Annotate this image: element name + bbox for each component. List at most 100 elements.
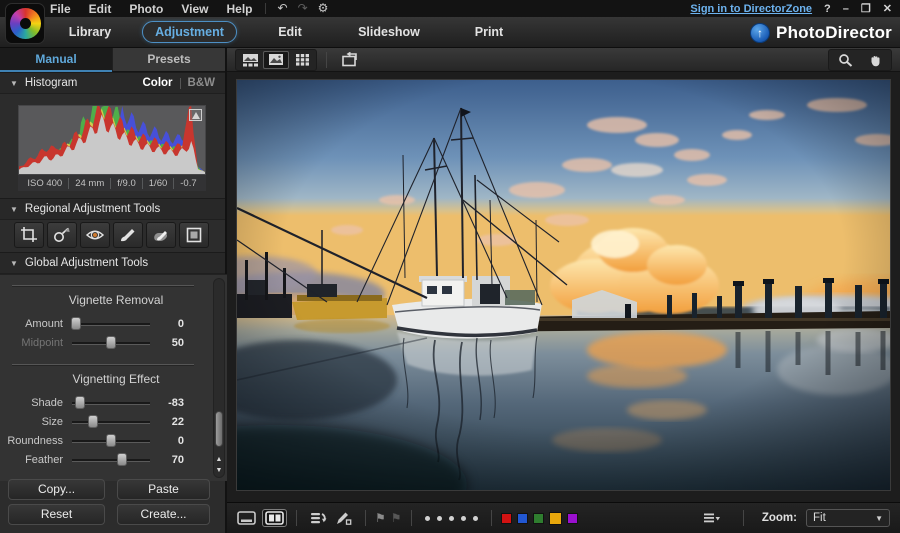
panel-tabs: Manual Presets [0, 48, 225, 72]
minimize-button[interactable]: – [843, 3, 849, 15]
slider-value: 50 [171, 336, 184, 349]
menu-photo[interactable]: Photo [129, 2, 163, 16]
adjustment-brush-tool-button[interactable] [113, 222, 143, 248]
rotate-photo-button[interactable] [336, 50, 364, 69]
rating-dot[interactable] [460, 515, 466, 521]
scrollbar[interactable]: ▲ ▼ [213, 278, 225, 478]
scroll-up-icon[interactable]: ▲ [214, 456, 224, 463]
undo-icon[interactable]: ↶ [278, 0, 288, 17]
slider-value: 0 [177, 434, 184, 447]
copy-button[interactable]: Copy... [8, 479, 105, 500]
histogram-color-option[interactable]: Color [143, 77, 173, 89]
rating-dot[interactable] [436, 515, 442, 521]
flag-icon[interactable]: ⚑ [375, 511, 386, 525]
slider-thumb[interactable] [70, 317, 81, 330]
slider-thumb[interactable] [106, 434, 116, 447]
tab-library[interactable]: Library [40, 17, 140, 47]
slider-thumb[interactable] [74, 396, 85, 409]
close-button[interactable]: ✕ [883, 2, 892, 15]
slider-thumb[interactable] [116, 453, 127, 466]
single-view-button[interactable] [234, 509, 259, 527]
roundness-slider[interactable] [72, 434, 150, 447]
chevron-down-icon: ▼ [875, 513, 883, 523]
menu-view[interactable]: View [181, 2, 208, 16]
tab-slideshow[interactable]: Slideshow [339, 17, 439, 47]
viewer-browser-mode-button[interactable] [237, 51, 263, 69]
color-label-blue[interactable] [516, 512, 528, 524]
flag-controls: ⚑ ⚑ [375, 511, 402, 525]
rating-dot[interactable] [448, 515, 454, 521]
list-dropdown-icon [704, 513, 721, 523]
panel-buttons: Copy... Paste Reset Create... [0, 479, 227, 525]
scroll-down-icon[interactable]: ▼ [214, 467, 224, 474]
shade-slider[interactable] [72, 396, 150, 409]
regional-tools-title: Regional Adjustment Tools [24, 203, 161, 215]
statusbar-separator [490, 510, 492, 526]
slider-row-size: Size 22 [0, 412, 206, 431]
histogram-section-header[interactable]: ▼ Histogram Color B&W [0, 72, 225, 94]
global-tools-header[interactable]: ▼ Global Adjustment Tools [0, 252, 225, 274]
paste-button[interactable]: Paste [117, 479, 210, 500]
slider-value: 22 [171, 415, 184, 428]
slider-thumb[interactable] [106, 336, 116, 349]
brand: ↑ PhotoDirector [750, 17, 892, 48]
gradient-mask-tool-button[interactable] [179, 222, 209, 248]
color-label-red[interactable] [500, 512, 512, 524]
photodirector-logo-icon: ↑ [750, 22, 771, 43]
color-label-purple[interactable] [566, 512, 578, 524]
scrollbar-thumb[interactable] [215, 411, 223, 447]
menu-help[interactable]: Help [226, 2, 252, 16]
star-rating[interactable] [424, 515, 478, 521]
amount-slider[interactable] [70, 317, 150, 330]
histogram-svg [19, 106, 205, 174]
reset-button[interactable]: Reset [8, 504, 105, 525]
clipping-warning-icon[interactable] [189, 109, 202, 121]
color-label-yellow[interactable] [548, 511, 562, 525]
menu-file[interactable]: File [50, 2, 71, 16]
midpoint-slider[interactable] [72, 336, 150, 349]
spot-removal-tool-button[interactable] [47, 222, 77, 248]
rating-dot[interactable] [424, 515, 430, 521]
crop-tool-button[interactable] [14, 222, 44, 248]
signin-directorzone-link[interactable]: Sign in to DirectorZone [690, 3, 812, 15]
rating-dot[interactable] [472, 515, 478, 521]
edit-external-button[interactable] [331, 509, 356, 527]
feather-slider[interactable] [72, 453, 150, 466]
apply-to-stack-button[interactable] [306, 509, 331, 527]
tab-adjustment[interactable]: Adjustment [142, 21, 237, 43]
restore-button[interactable]: ❐ [861, 2, 871, 15]
adjustment-selection-tool-button[interactable] [146, 222, 176, 248]
navigation-list-button[interactable] [700, 509, 725, 527]
selection-brush-icon [154, 231, 168, 242]
redo-icon[interactable]: ↷ [298, 0, 308, 17]
color-label-green[interactable] [532, 512, 544, 524]
tab-print[interactable]: Print [439, 17, 539, 47]
settings-gear-icon[interactable]: ⚙ [318, 0, 329, 17]
zoom-tool-button[interactable] [830, 51, 860, 69]
histogram-bw-option[interactable]: B&W [188, 77, 215, 89]
menu-edit[interactable]: Edit [89, 2, 112, 16]
tab-manual[interactable]: Manual [0, 48, 112, 72]
vignette-removal-title: Vignette Removal [68, 293, 164, 307]
statusbar-separator [410, 510, 412, 526]
slider-label: Midpoint [21, 336, 63, 349]
viewer-mode-button[interactable] [263, 50, 289, 69]
red-eye-removal-tool-button[interactable] [80, 222, 110, 248]
reject-flag-icon[interactable]: ⚑ [391, 511, 402, 525]
photo-harbor-sunset[interactable] [236, 79, 891, 491]
toolbar-separator [326, 51, 327, 68]
slider-value: -83 [168, 396, 184, 409]
histogram-chart[interactable] [18, 105, 206, 175]
size-slider[interactable] [72, 415, 150, 428]
compare-view-button[interactable] [262, 509, 287, 527]
zoom-dropdown[interactable]: Fit ▼ [806, 509, 890, 527]
regional-tools-header[interactable]: ▼ Regional Adjustment Tools [0, 198, 225, 220]
slider-thumb[interactable] [88, 415, 99, 428]
help-icon[interactable]: ? [824, 3, 831, 15]
browser-mode-button[interactable] [289, 51, 315, 69]
create-button[interactable]: Create... [117, 504, 210, 525]
tab-presets[interactable]: Presets [112, 48, 225, 72]
tab-edit[interactable]: Edit [240, 17, 340, 47]
pan-tool-button[interactable] [860, 51, 890, 69]
rotate-icon [341, 52, 357, 67]
